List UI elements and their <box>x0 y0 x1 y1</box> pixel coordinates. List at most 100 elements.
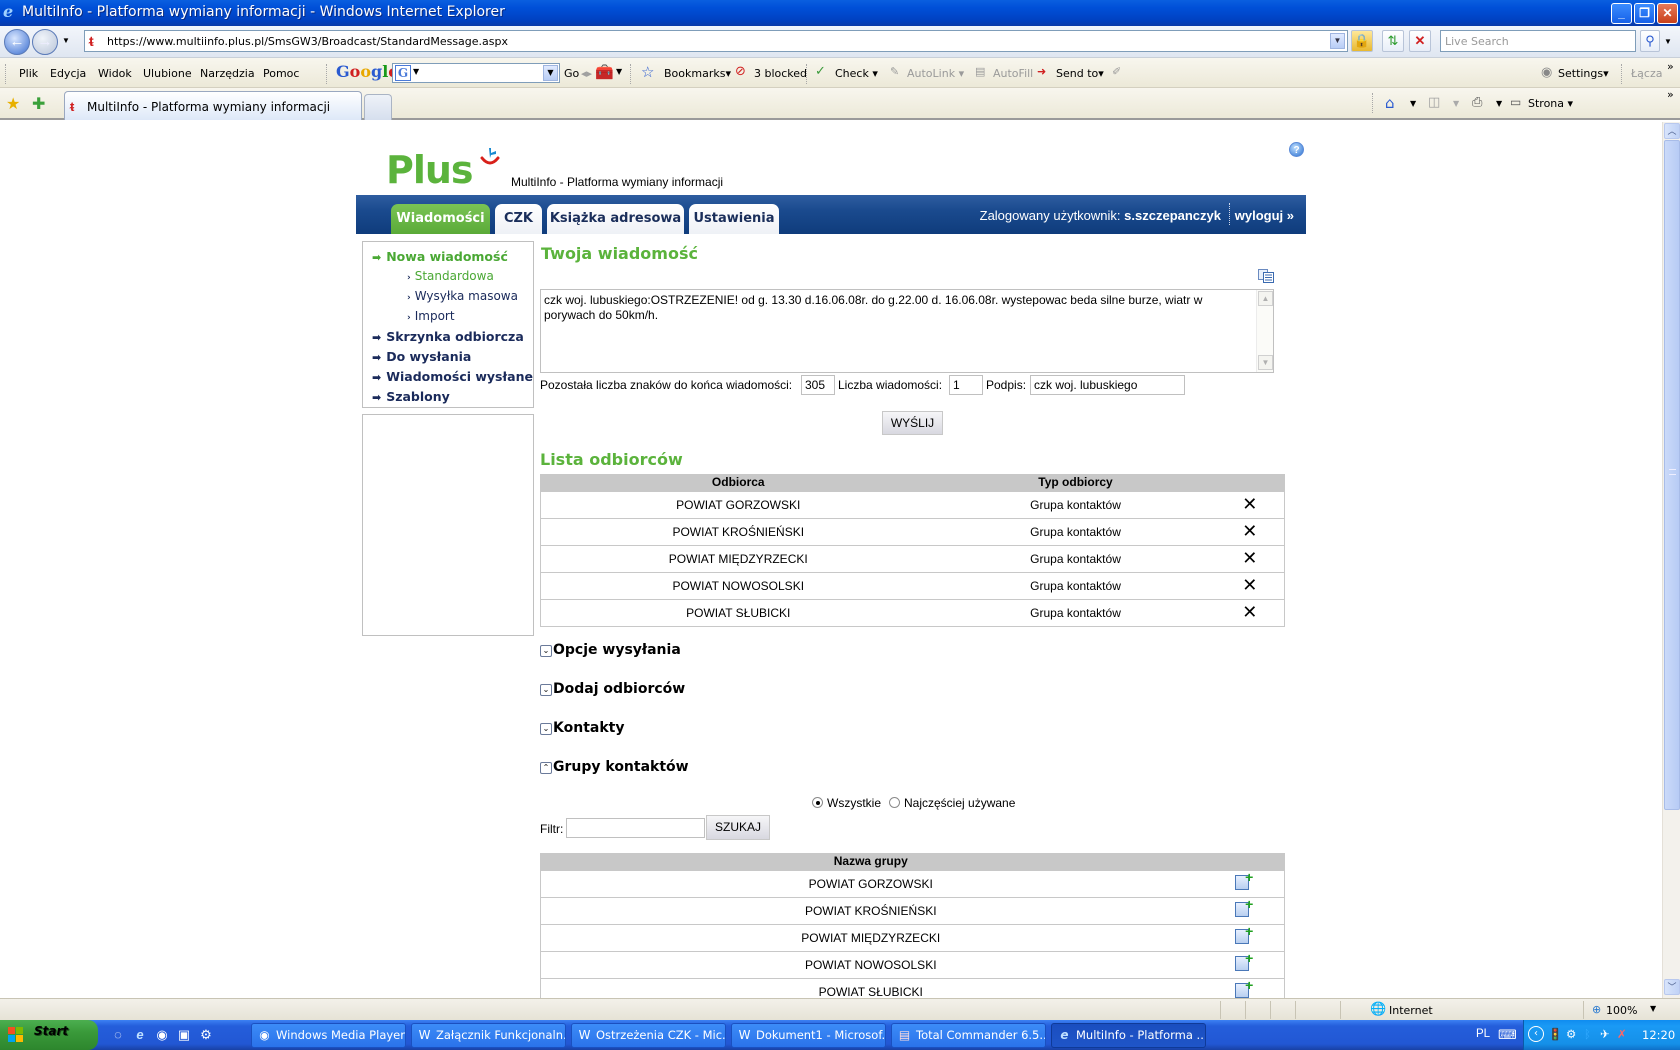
tray-network-icon[interactable]: ⚙ <box>1566 1027 1576 1041</box>
settings-button[interactable]: Settings▾ <box>1558 67 1609 80</box>
nav-tab-settings[interactable]: Ustawienia <box>689 204 779 234</box>
minimize-button[interactable]: _ <box>1611 3 1632 24</box>
google-history-dropdown-icon[interactable]: ▼ <box>543 65 558 81</box>
taskbar-item-word-3[interactable]: W Dokument1 - Microsof... <box>731 1023 886 1048</box>
highlighter-icon[interactable]: ✐ <box>1112 65 1121 78</box>
add-group-icon[interactable] <box>1235 869 1253 890</box>
stop-button[interactable]: ✕ <box>1409 30 1431 52</box>
section-add-recipients[interactable]: ⌄ Dodaj odbiorców <box>540 681 685 697</box>
menu-file[interactable]: Plik <box>19 67 38 80</box>
remove-icon[interactable]: ✕ <box>1242 521 1257 542</box>
sidebar-subitem-mass-send[interactable]: › Wysyłka masowa <box>407 289 518 303</box>
remove-icon[interactable]: ✕ <box>1242 602 1257 623</box>
copy-icon[interactable] <box>1258 269 1274 283</box>
help-icon[interactable]: ? <box>1289 142 1304 157</box>
nav-tab-address-book[interactable]: Książka adresowa <box>547 204 684 234</box>
page-scrollbar[interactable]: ︿ ﹀ <box>1662 122 1680 998</box>
quicklaunch-app-icon[interactable]: ⚙ <box>198 1027 214 1043</box>
zoom-dropdown-icon[interactable]: ▼ <box>1650 1004 1656 1013</box>
scroll-up-icon[interactable]: ▲ <box>1258 291 1273 306</box>
quicklaunch-show-desktop-icon[interactable]: ◌ <box>110 1027 126 1043</box>
command-overflow-icon[interactable]: » <box>1667 88 1674 101</box>
message-scrollbar[interactable]: ▲ ▼ <box>1256 290 1273 372</box>
live-search-input[interactable]: Live Search <box>1440 30 1636 52</box>
radio-frequent[interactable]: Najczęściej używane <box>889 796 1015 810</box>
logout-link[interactable]: wyloguj » <box>1235 208 1294 223</box>
popup-blocked-button[interactable]: 3 blocked <box>754 67 807 80</box>
scroll-down-icon[interactable]: ▼ <box>1258 355 1273 370</box>
add-group-icon[interactable] <box>1235 977 1253 998</box>
zoom-level[interactable]: 100% <box>1606 1004 1637 1017</box>
start-button[interactable]: Start <box>0 1020 98 1050</box>
quicklaunch-ie-icon[interactable]: e <box>132 1027 148 1043</box>
search-options-icon[interactable]: ▼ <box>1664 37 1672 46</box>
sidebar-subitem-import[interactable]: › Import <box>407 309 455 323</box>
toolbar-overflow-icon[interactable]: » <box>1667 60 1674 73</box>
home-icon[interactable]: ⌂ <box>1385 94 1395 112</box>
feeds-dropdown-icon[interactable]: ▼ <box>1453 99 1459 108</box>
language-indicator[interactable]: PL <box>1476 1028 1490 1040</box>
print-icon[interactable]: ⎙ <box>1472 95 1482 110</box>
tray-app-icon[interactable]: ✈ <box>1600 1027 1610 1041</box>
quicklaunch-media-player-icon[interactable]: ◉ <box>154 1027 170 1043</box>
tray-traffic-light-icon[interactable]: 🚦 <box>1548 1027 1562 1041</box>
back-button[interactable]: ← <box>4 29 30 55</box>
sidebar-item-inbox[interactable]: ➡ Skrzynka odbiorcza <box>372 329 524 344</box>
taskbar-item-word-1[interactable]: W Załącznik Funkcjonaln... <box>411 1023 566 1048</box>
menu-favorites[interactable]: Ulubione <box>143 67 192 80</box>
taskbar-item-multiinfo[interactable]: e MultiInfo - Platforma ... <box>1051 1023 1206 1048</box>
sidebar-subitem-standard[interactable]: › Standardowa <box>407 269 494 283</box>
add-favorite-icon[interactable]: ✚ <box>32 94 45 114</box>
browser-tab-active[interactable]: ᵵ MultiInfo - Platforma wymiany informac… <box>64 91 362 120</box>
links-button[interactable]: Łącza <box>1631 67 1663 80</box>
clock[interactable]: 12:20 <box>1642 1028 1675 1042</box>
nav-tab-wiadomosci[interactable]: Wiadomości <box>391 204 490 234</box>
new-tab-button[interactable] <box>364 94 392 120</box>
bookmarks-button[interactable]: Bookmarks▾ <box>664 67 731 80</box>
add-group-icon[interactable] <box>1235 950 1253 971</box>
sidebar-item-new-message[interactable]: ➡ Nowa wiadomość <box>372 249 508 264</box>
scrollbar-thumb[interactable] <box>1664 140 1680 810</box>
google-tools-icon[interactable]: 🧰 <box>595 63 614 81</box>
section-contacts[interactable]: ⌄ Kontakty <box>540 720 624 736</box>
scroll-up-icon[interactable]: ︿ <box>1664 123 1680 139</box>
section-send-options[interactable]: ⌄ Opcje wysyłania <box>540 642 681 658</box>
send-to-button[interactable]: Send to▾ <box>1056 67 1104 80</box>
remove-icon[interactable]: ✕ <box>1242 575 1257 596</box>
search-button[interactable]: SZUKAJ <box>706 815 770 840</box>
page-menu-button[interactable]: Strona ▾ <box>1528 97 1573 110</box>
message-textarea[interactable]: czk woj. lubuskiego:OSTRZEZENIE! od g. 1… <box>540 289 1274 373</box>
quicklaunch-window-icon[interactable]: ▣ <box>176 1027 192 1043</box>
menu-view[interactable]: Widok <box>98 67 132 80</box>
home-dropdown-icon[interactable]: ▼ <box>1410 99 1416 108</box>
taskbar-item-total-commander[interactable]: ▤ Total Commander 6.5... <box>891 1023 1046 1048</box>
nav-tab-czk[interactable]: CZK <box>495 204 542 234</box>
favorites-star-icon[interactable]: ★ <box>6 94 20 114</box>
scroll-down-icon[interactable]: ﹀ <box>1664 979 1680 995</box>
tray-expand-icon[interactable]: ‹ <box>1528 1026 1544 1042</box>
menu-tools[interactable]: Narzędzia <box>200 67 255 80</box>
add-group-icon[interactable] <box>1235 923 1253 944</box>
taskbar-item-media-player[interactable]: ◉ Windows Media Player <box>251 1023 406 1048</box>
menu-help[interactable]: Pomoc <box>263 67 299 80</box>
taskbar-item-word-2[interactable]: W Ostrzeżenia CZK - Mic... <box>571 1023 726 1048</box>
print-dropdown-icon[interactable]: ▼ <box>1496 99 1502 108</box>
sidebar-item-sent[interactable]: ➡ Wiadomości wysłane <box>372 369 533 384</box>
feeds-icon[interactable]: ◫ <box>1428 95 1440 110</box>
close-button[interactable]: ✕ <box>1657 3 1678 24</box>
search-icon[interactable]: ⚲ <box>1640 30 1660 52</box>
radio-all-input[interactable] <box>812 797 823 808</box>
send-button[interactable]: WYŚLIJ <box>882 411 943 435</box>
remaining-chars-field[interactable]: 305 <box>801 375 835 395</box>
radio-all[interactable]: Wszystkie <box>812 796 881 810</box>
autolink-button[interactable]: AutoLink ▾ <box>907 67 964 80</box>
autofill-button[interactable]: AutoFill <box>993 67 1033 80</box>
remove-icon[interactable]: ✕ <box>1242 548 1257 569</box>
forward-button[interactable]: → <box>32 29 58 55</box>
check-button[interactable]: Check ▾ <box>835 67 878 80</box>
keyboard-icon[interactable]: ⌨ <box>1498 1027 1517 1043</box>
google-tools-dropdown-icon[interactable]: ▼ <box>616 67 622 76</box>
tray-bluetooth-icon[interactable]: ᛒ <box>1584 1027 1591 1041</box>
remove-icon[interactable]: ✕ <box>1242 494 1257 515</box>
section-contact-groups[interactable]: ⌃ Grupy kontaktów <box>540 759 689 775</box>
